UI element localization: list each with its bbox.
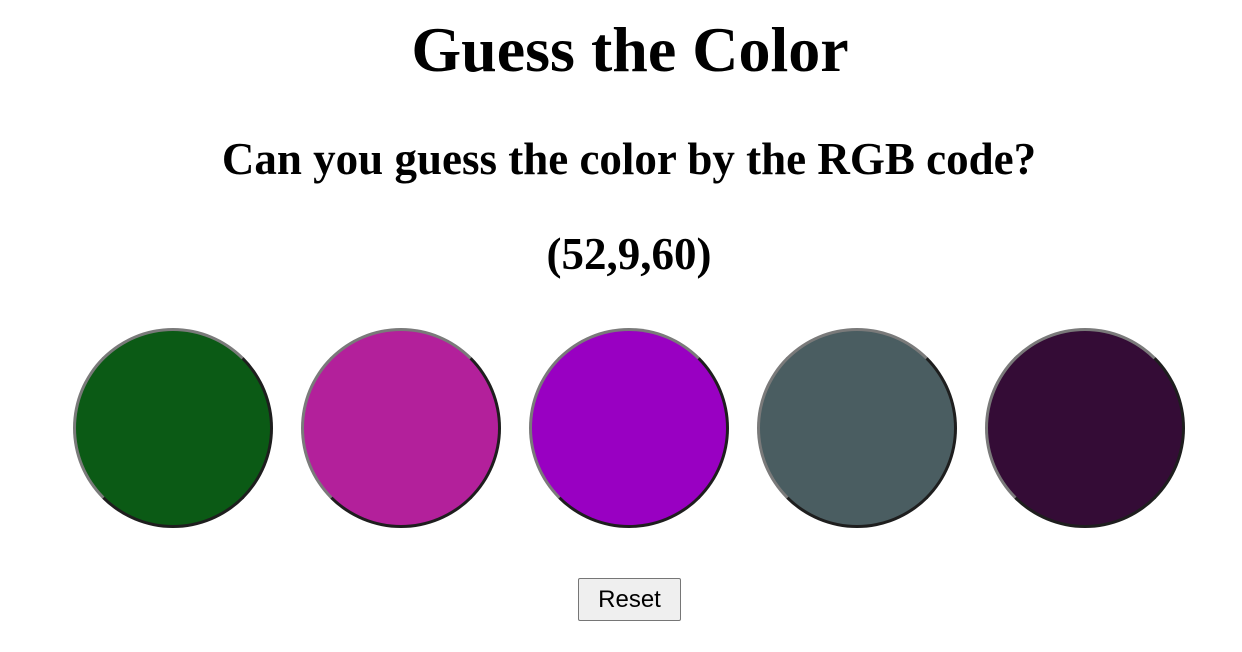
reset-button[interactable]: Reset bbox=[578, 578, 681, 621]
page-title: Guess the Color bbox=[411, 14, 849, 85]
rgb-code-display: (52,9,60) bbox=[546, 229, 712, 279]
color-swatch-3[interactable] bbox=[529, 328, 729, 528]
subtitle: Can you guess the color by the RGB code? bbox=[221, 134, 1037, 184]
color-swatch-2[interactable] bbox=[301, 328, 501, 528]
color-swatch-5[interactable] bbox=[985, 328, 1185, 528]
color-swatch-1[interactable] bbox=[73, 328, 273, 528]
color-options bbox=[0, 0, 1242, 652]
color-swatch-4[interactable] bbox=[757, 328, 957, 528]
